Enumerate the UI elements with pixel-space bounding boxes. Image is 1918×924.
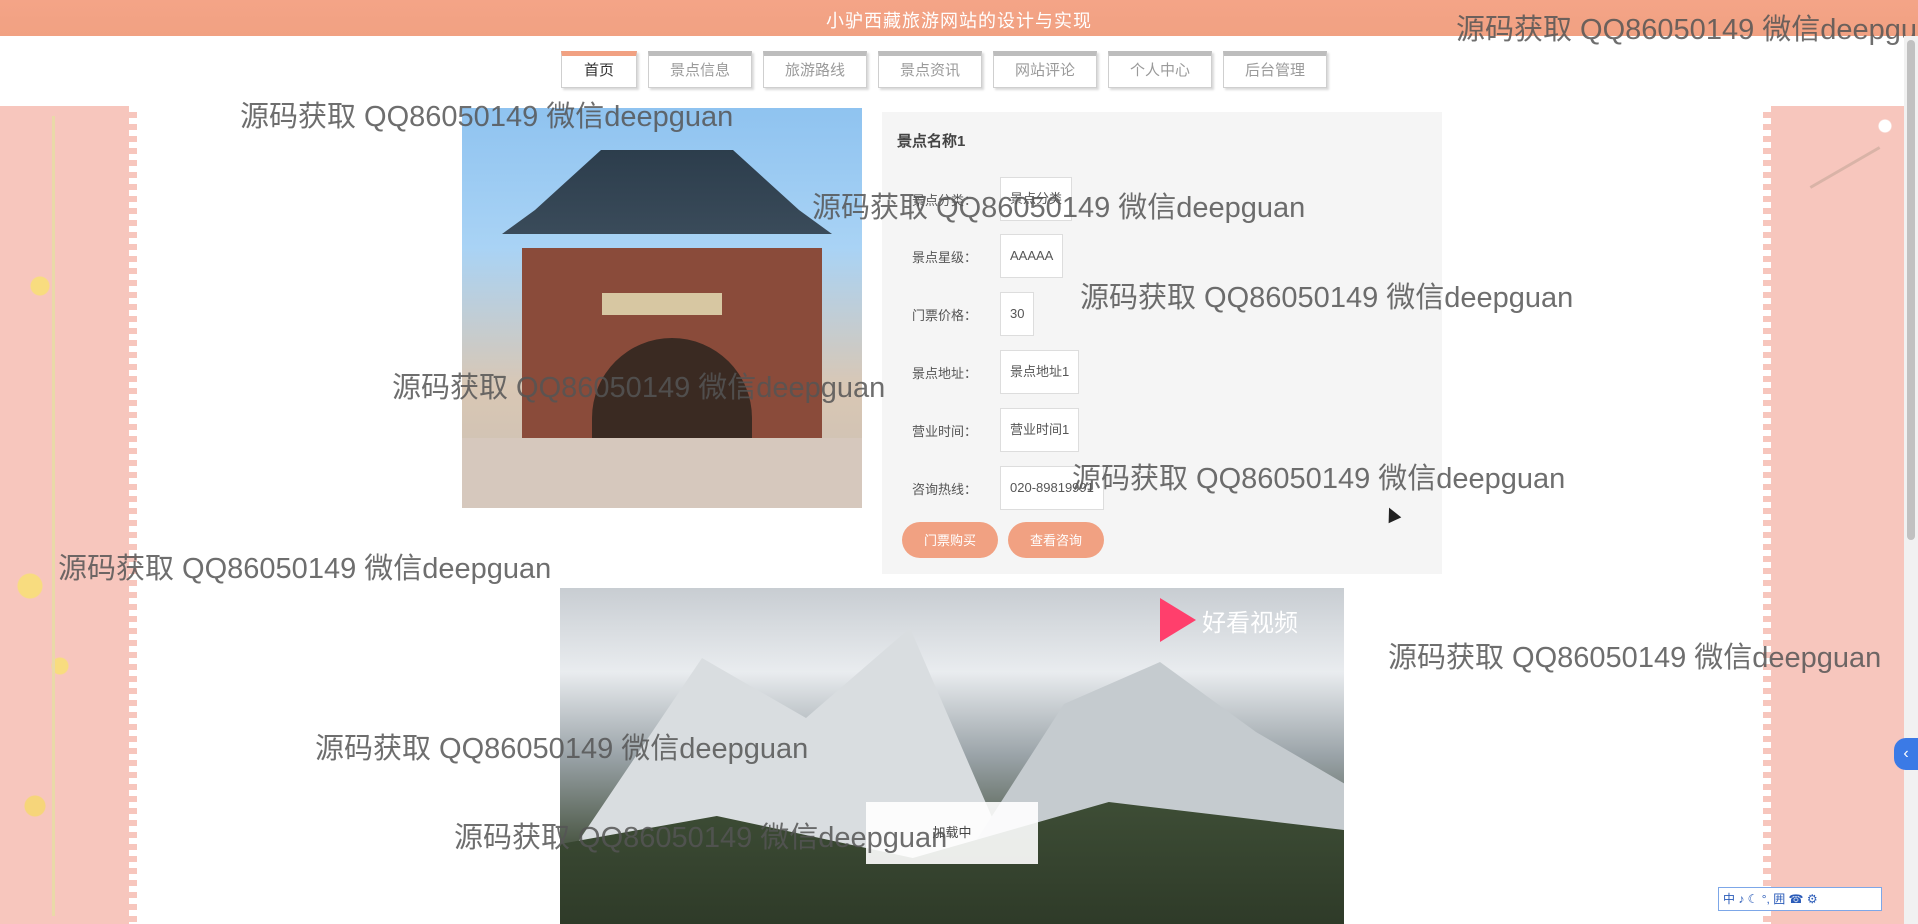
watermark: 源码获取 QQ86050149 微信deepguan: [392, 372, 886, 404]
nav-travel-routes[interactable]: 旅游路线: [763, 51, 867, 88]
main-nav: 首页 景点信息 旅游路线 景点资讯 网站评论 个人中心 后台管理: [561, 51, 1327, 88]
field-label: 景点星级：: [912, 249, 978, 265]
field-address: 景点地址： 景点地址1: [912, 350, 1080, 394]
attraction-photo: [462, 108, 862, 508]
field-rating: 景点星级： AAAAA: [912, 234, 1064, 278]
nav-attraction-news[interactable]: 景点资讯: [878, 51, 982, 88]
nav-personal-center[interactable]: 个人中心: [1108, 51, 1212, 88]
ime-toolbar[interactable]: 中 ♪ ☾ °, 囲 ☎ ⚙: [1718, 887, 1882, 911]
scrollbar-thumb[interactable]: [1907, 40, 1915, 540]
photo-roof: [502, 150, 832, 234]
watermark: 源码获取 QQ86050149 微信deepguan: [454, 822, 948, 854]
right-decoration: [1765, 106, 1918, 924]
watermark: 源码获取 QQ86050149 微信deepguan: [812, 192, 1306, 224]
buy-ticket-button[interactable]: 门票购买: [902, 522, 998, 558]
nav-attraction-info[interactable]: 景点信息: [648, 51, 752, 88]
field-ticket-price: 门票价格： 30: [912, 292, 1035, 336]
nav-admin[interactable]: 后台管理: [1223, 51, 1327, 88]
field-value: AAAAA: [1000, 234, 1064, 278]
field-label: 门票价格：: [912, 307, 978, 323]
field-value: 景点地址1: [1000, 350, 1080, 394]
watermark: 源码获取 QQ86050149 微信deepguan: [1072, 463, 1566, 495]
collapse-side-tab[interactable]: ‹: [1894, 738, 1918, 770]
watermark: 源码获取 QQ86050149 微信deepguan: [1388, 642, 1882, 674]
watermark: 源码获取 QQ86050149 微信deepguan: [1080, 282, 1574, 314]
field-opening-hours: 营业时间： 营业时间1: [912, 408, 1080, 452]
watermark: 源码获取 QQ86050149 微信deepguan: [58, 553, 552, 585]
video-brand-label: 好看视频: [1202, 609, 1298, 637]
field-value: 30: [1000, 292, 1035, 336]
photo-ground: [462, 438, 862, 508]
field-label: 景点地址：: [912, 365, 978, 381]
photo-sign: [602, 293, 722, 315]
play-icon: [1160, 598, 1196, 642]
watermark: 源码获取 QQ86050149 微信deepguan: [1456, 14, 1918, 46]
nav-home[interactable]: 首页: [561, 51, 637, 88]
nav-site-comments[interactable]: 网站评论: [993, 51, 1097, 88]
watermark: 源码获取 QQ86050149 微信deepguan: [240, 101, 734, 133]
watermark: 源码获取 QQ86050149 微信deepguan: [315, 733, 809, 765]
attraction-info-panel: 景点名称1 景点分类： 景点分类 景点星级： AAAAA 门票价格： 30 景点…: [882, 112, 1442, 574]
field-label: 咨询热线：: [912, 481, 978, 497]
view-consult-button[interactable]: 查看咨询: [1008, 522, 1104, 558]
attraction-name: 景点名称1: [897, 133, 966, 150]
video-brand-logo: 好看视频: [1160, 598, 1298, 642]
field-label: 营业时间：: [912, 423, 978, 439]
field-value: 营业时间1: [1000, 408, 1080, 452]
left-decoration: [0, 106, 135, 924]
